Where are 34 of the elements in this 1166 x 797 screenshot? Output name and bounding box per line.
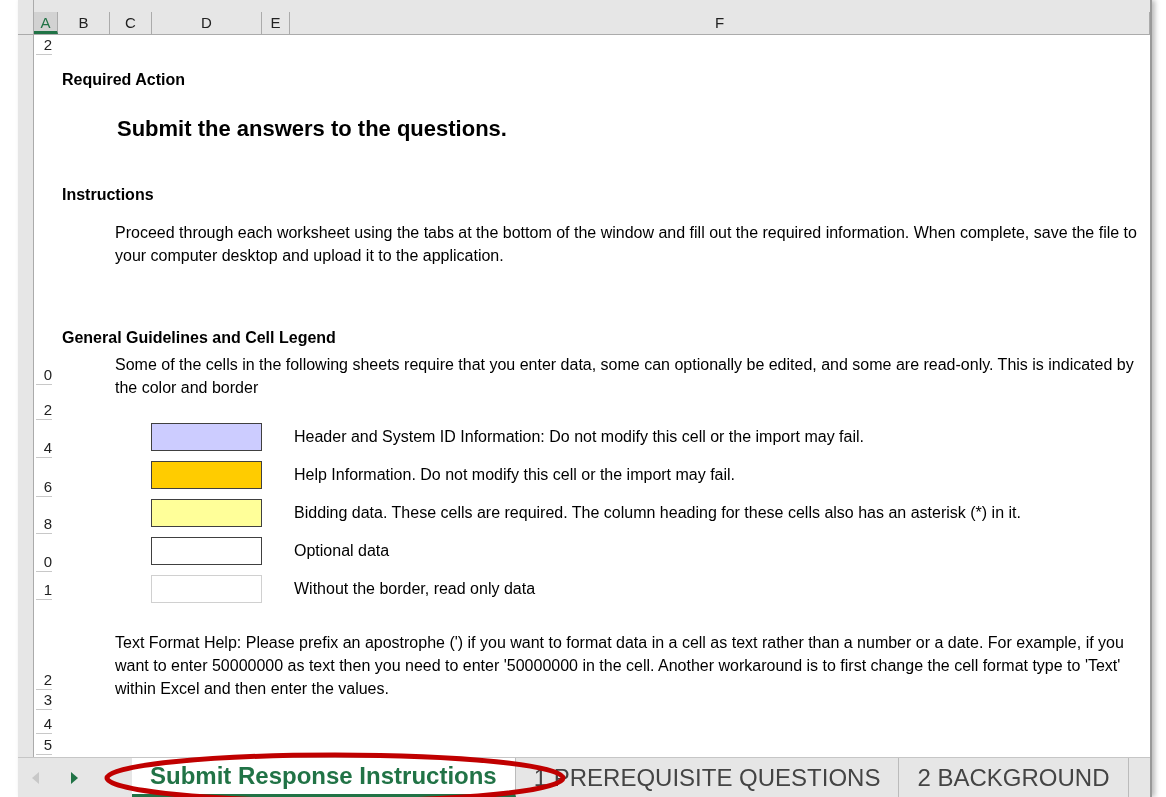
legend-label: Header and System ID Information: Do not modify this cell or the import may fail. — [294, 428, 864, 446]
guidelines-text: Some of the cells in the following sheets require that you enter data, some can optionally be edited, and some are read-only. This is indicated by the color and border — [115, 355, 1135, 398]
section-heading: Required Action — [62, 71, 186, 89]
legend-label: Bidding data. These cells are required. The column heading for these cells also has an asterisk (*) in it. — [294, 504, 1021, 522]
legend-label: Optional data — [294, 542, 390, 560]
column-header[interactable]: C — [110, 12, 152, 34]
row-number[interactable]: 6 — [36, 478, 52, 497]
scroll-left-icon[interactable] — [32, 771, 40, 784]
section-heading: General Guidelines and Cell Legend — [62, 329, 337, 347]
column-header[interactable]: B — [58, 12, 110, 34]
scroll-right-icon[interactable] — [70, 771, 78, 784]
column-header[interactable]: D — [152, 12, 262, 34]
row-number[interactable]: 0 — [36, 366, 52, 385]
row-number[interactable]: 2 — [36, 401, 52, 420]
select-all-corner[interactable] — [18, 0, 34, 35]
instructions-text: Proceed through each worksheet using the tabs at the bottom of the window and fill out the required information. When complete, save the file to your computer desktop and upload it to the application. — [115, 223, 1138, 266]
row-number[interactable]: 5 — [36, 736, 52, 755]
column-header[interactable]: F — [290, 12, 1150, 34]
row-number[interactable]: 8 — [36, 515, 52, 534]
row-number[interactable]: 1 — [36, 581, 52, 600]
row-number[interactable]: 4 — [36, 439, 52, 458]
sheet-tab[interactable]: 2 BACKGROUND — [899, 758, 1129, 797]
row-number[interactable]: 3 — [36, 691, 52, 710]
format-help-text: Text Format Help: Please prefix an apostrophe (') if you want to format data in a cell as text rather than a number or a date. For example, if you want to enter 50000000 as text then you need to enter '50000000 in the cell. Another workaround is to first change the cell format type to 'Text' within Excel and then enter the values. — [115, 633, 1125, 699]
column-header[interactable]: E — [262, 12, 290, 34]
row-number[interactable]: 4 — [36, 715, 52, 734]
legend-label: Without the border, read only data — [294, 580, 536, 598]
row-number[interactable]: 2 — [36, 671, 52, 690]
row-number[interactable]: 0 — [36, 553, 52, 572]
column-header[interactable]: A — [34, 12, 58, 34]
page-title: Submit the answers to the questions. — [117, 116, 508, 142]
row-number[interactable]: 2 — [36, 36, 52, 55]
section-heading: Instructions — [62, 186, 155, 204]
legend-label: Help Information. Do not modify this cell or the import may fail. — [294, 466, 736, 484]
